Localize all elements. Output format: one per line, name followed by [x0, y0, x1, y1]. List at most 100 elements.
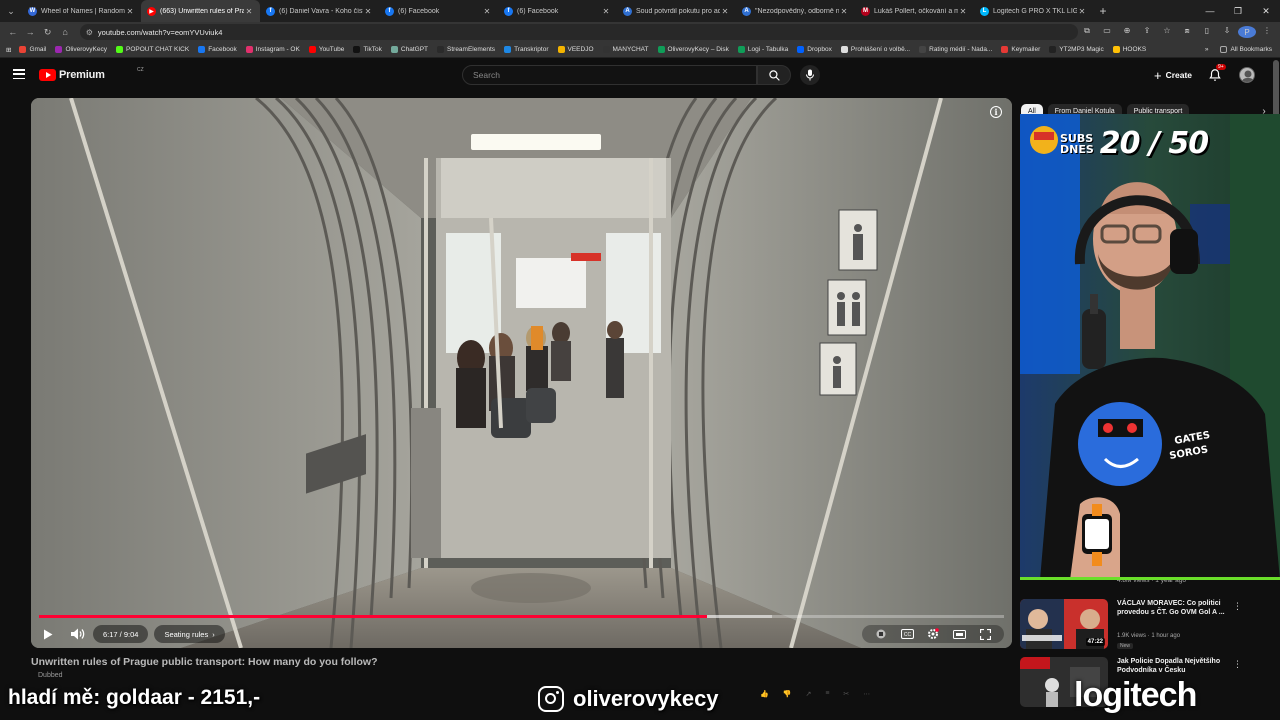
bookmark-item[interactable]: HOOKS [1112, 46, 1146, 53]
minimize-icon[interactable]: — [1196, 0, 1224, 22]
recommendation-item[interactable]: 47:22 VÁCLAV MORAVEC: Co politici proved… [1020, 599, 1265, 649]
video-thumbnail[interactable]: 47:22 [1020, 599, 1108, 649]
browser-tab[interactable]: L Logitech G PRO X TKL LIGHTSP✕ [974, 0, 1093, 22]
tab-close-icon[interactable]: ✕ [720, 7, 730, 16]
bookmark-item[interactable]: YT2MP3 Magic [1049, 46, 1104, 53]
share-button[interactable]: ↗ [805, 690, 811, 698]
address-bar[interactable]: ⚙ youtube.com/watch?v=eomYVUviuk4 [79, 24, 1078, 40]
browser-tab[interactable]: W Wheel of Names | Random nam✕ [22, 0, 141, 22]
browser-tab[interactable]: f (6) Daniel Vavra - Koho číst a si✕ [260, 0, 379, 22]
extensions-icon[interactable]: ⧈ [1178, 26, 1196, 38]
new-badge: New [1117, 643, 1134, 649]
bookmark-item[interactable]: POPOUT CHAT KICK [115, 46, 189, 53]
chapter-button[interactable]: Seating rules › [154, 625, 225, 643]
volume-button[interactable] [69, 625, 87, 643]
maximize-icon[interactable]: ❐ [1224, 0, 1252, 22]
like-icon[interactable]: 👍 [760, 690, 769, 698]
side-panel-icon[interactable]: ▯ [1198, 26, 1216, 38]
more-options-icon[interactable]: ⋮ [1233, 659, 1242, 670]
fullscreen-button[interactable] [976, 625, 994, 643]
clip-button[interactable]: ✂ [843, 690, 849, 698]
tab-close-icon[interactable]: ✕ [1077, 7, 1087, 16]
search-input[interactable]: Search [462, 65, 757, 85]
site-info-icon[interactable]: ⚙ [86, 28, 93, 37]
bookmark-item[interactable]: Dropbox [797, 46, 832, 53]
bookmark-item[interactable]: Rating médií - Nada... [919, 46, 992, 53]
share-icon[interactable]: ⇪ [1138, 26, 1156, 38]
tab-close-icon[interactable]: ✕ [125, 7, 135, 16]
voice-search-button[interactable] [800, 65, 820, 85]
video-player[interactable]: i 6:17 / 9:04 Seating rules › CC [31, 98, 1012, 648]
all-bookmarks[interactable]: All Bookmarks [1220, 46, 1272, 53]
notifications-button[interactable]: 9+ [1208, 64, 1226, 82]
subtitles-button[interactable]: CC [898, 625, 916, 643]
new-tab-button[interactable]: + [1093, 4, 1113, 18]
tab-close-icon[interactable]: ✕ [958, 7, 968, 16]
tab-close-icon[interactable]: ✕ [363, 7, 373, 16]
reload-icon[interactable]: ↻ [39, 27, 56, 38]
tab-close-icon[interactable]: ✕ [244, 7, 254, 16]
video-title-link[interactable]: VÁCLAV MORAVEC: Co politici provedou s Č… [1117, 600, 1245, 617]
download-icon[interactable]: ⇩ [1218, 26, 1236, 38]
hamburger-menu-icon[interactable] [13, 69, 25, 79]
bookmark-item[interactable]: TikTok [353, 46, 382, 53]
browser-tab[interactable]: M Lukáš Pollert, očkování a mutac✕ [855, 0, 974, 22]
bookmark-item[interactable]: Prohlášení o volbě... [840, 46, 910, 53]
bookmark-favicon-icon [115, 46, 123, 53]
bookmark-item[interactable]: Logi - Tabulka [737, 46, 788, 53]
browser-tab[interactable]: f (6) Facebook ✕ [379, 0, 498, 22]
tab-favicon-icon: f [266, 6, 275, 16]
browser-menu-icon[interactable]: ⋮ [1258, 26, 1276, 38]
settings-button[interactable] [924, 625, 942, 643]
forward-icon[interactable]: → [21, 27, 38, 37]
bookmarks-overflow-icon[interactable]: » [1205, 46, 1209, 53]
info-icon[interactable]: i [990, 106, 1002, 118]
cast-icon[interactable]: ▭ [1098, 26, 1116, 38]
bookmark-item[interactable]: Instagram - OK [245, 46, 300, 53]
youtube-premium-logo[interactable]: Premium CZ [39, 67, 144, 81]
more-options-icon[interactable]: ⋮ [1233, 601, 1242, 612]
bookmark-item[interactable]: MANYCHAT [602, 46, 649, 53]
home-icon[interactable]: ⌂ [56, 27, 73, 37]
progress-bar[interactable] [39, 615, 1004, 618]
back-icon[interactable]: ← [4, 27, 21, 37]
youtube-masthead: Premium CZ Search + Create 9+ [0, 59, 1280, 93]
tab-close-icon[interactable]: ✕ [839, 7, 849, 16]
search-button[interactable] [757, 65, 791, 85]
bookmark-item[interactable]: YouTube [308, 46, 344, 53]
browser-tab[interactable]: A Soud potvrdil pokutu pro advo ✕ [617, 0, 736, 22]
bookmark-item[interactable]: Keymailer [1001, 46, 1040, 53]
autoplay-toggle[interactable] [872, 625, 890, 643]
apps-icon[interactable]: ⊞ [6, 46, 11, 54]
tab-close-icon[interactable]: ✕ [482, 7, 492, 16]
zoom-icon[interactable]: ⊕ [1118, 26, 1136, 38]
profile-avatar[interactable]: P [1238, 26, 1256, 38]
create-button[interactable]: + Create [1148, 65, 1198, 85]
browser-tab[interactable]: f (6) Facebook ✕ [498, 0, 617, 22]
translate-icon[interactable]: ⧉ [1078, 26, 1096, 38]
account-avatar[interactable] [1239, 67, 1255, 83]
tab-search-icon[interactable]: ⌄ [0, 0, 22, 22]
browser-tab[interactable]: A "Nezodpovědný, odborně neob✕ [736, 0, 855, 22]
bookmark-item[interactable]: OliverovyKecy [55, 46, 107, 53]
bookmark-favicon-icon [737, 46, 745, 53]
bookmark-item[interactable]: Gmail [19, 46, 46, 53]
bookmark-item[interactable]: OliverovyKecy – Disk [657, 46, 729, 53]
bookmark-item[interactable]: Transkriptor [504, 46, 549, 53]
browser-tab[interactable]: ▶ (663) Unwritten rules of Prague✕ [141, 0, 260, 22]
dislike-icon[interactable]: 👎 [783, 690, 792, 698]
more-actions-icon[interactable]: ⋯ [863, 690, 870, 698]
save-button[interactable]: ≡ [825, 690, 829, 698]
bookmark-star-icon[interactable]: ☆ [1158, 26, 1176, 38]
close-window-icon[interactable]: ✕ [1252, 0, 1280, 22]
bookmark-item[interactable]: VEEDJO [557, 46, 594, 53]
bookmark-item[interactable]: StreamElements [437, 46, 495, 53]
bookmark-item[interactable]: Facebook [198, 46, 237, 53]
theater-mode-button[interactable] [950, 625, 968, 643]
bookmark-item[interactable]: ChatGPT [390, 46, 428, 53]
video-title-link[interactable]: Jak Policie Dopadla Největšího Podvodník… [1117, 658, 1245, 675]
subs-count: 20 / 50 [1099, 126, 1209, 161]
play-button[interactable] [39, 625, 57, 643]
tab-close-icon[interactable]: ✕ [601, 7, 611, 16]
tab-title: (6) Daniel Vavra - Koho číst a si [279, 7, 363, 15]
